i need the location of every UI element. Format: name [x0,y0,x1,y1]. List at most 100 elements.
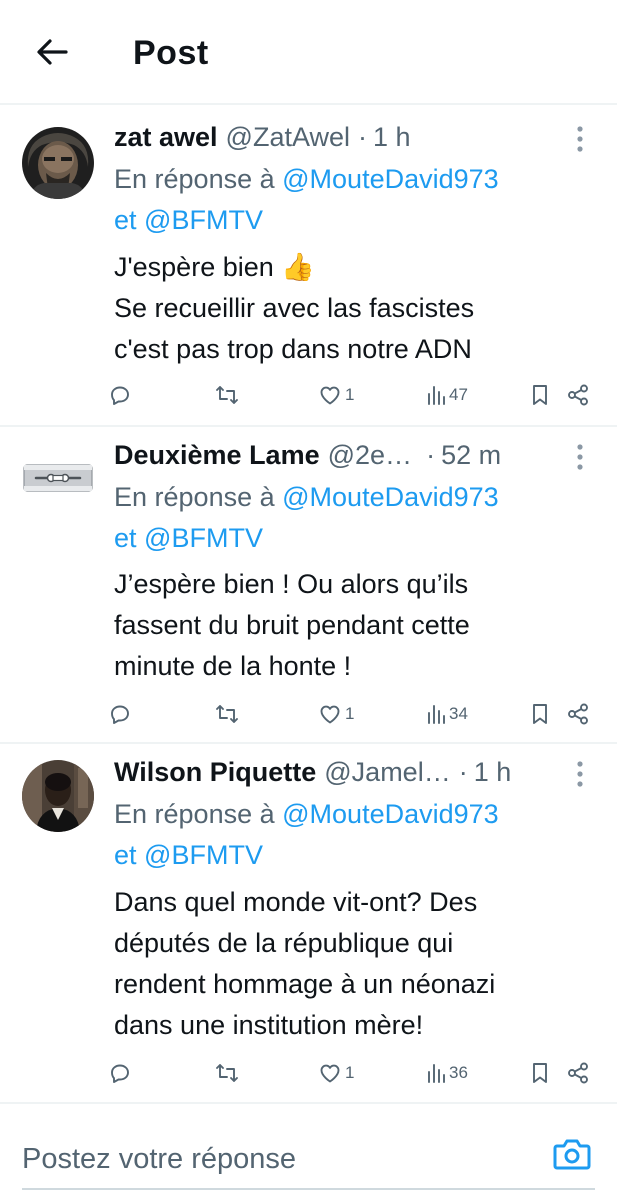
like-icon [320,386,340,405]
timestamp[interactable]: 1 h [373,117,411,157]
reply-icon [111,705,129,724]
text-line: minute de la honte ! [114,651,352,681]
reply-icon [111,386,129,405]
bookmark-button[interactable] [530,699,550,729]
reply-tweet[interactable]: Deuxième Lame @2e… · 52 m En réponse à @… [0,427,617,742]
tweet-text: J'espère bien 👍 Se recueillir avec las f… [114,247,594,370]
reply-prefix: En réponse à [114,482,275,512]
reply-button[interactable] [108,380,132,410]
repost-icon [216,1064,238,1082]
camera-button[interactable] [552,1136,592,1177]
separator-dot: · [358,122,367,152]
timestamp[interactable]: 1 h [474,752,512,792]
repost-icon [216,705,238,723]
bookmark-button[interactable] [530,1058,550,1088]
input-underline [22,1188,595,1190]
reply-button[interactable] [108,1058,132,1088]
like-icon [320,1064,340,1083]
author-name[interactable]: Deuxième Lame [114,435,320,475]
avatar[interactable] [22,441,94,513]
text-line: Dans quel monde vit-ont? Des [114,887,478,917]
avatar[interactable] [22,760,94,832]
share-button[interactable] [566,380,590,410]
reply-input[interactable] [22,1134,522,1184]
bookmark-button[interactable] [530,380,550,410]
reply-tweet[interactable]: zat awel @ZatAwel · 1 h En réponse à @Mo… [0,105,617,425]
author-handle[interactable]: @Jamel… [324,752,450,792]
views-icon [428,1064,445,1083]
share-icon [568,384,588,406]
bookmark-icon [533,1063,547,1083]
camera-icon [553,1139,591,1170]
tweet-header: Deuxième Lame @2e… · 52 m [114,435,567,475]
repost-icon [216,386,238,404]
mention-link[interactable]: @MouteDavid973 [282,482,499,512]
action-bar: 1 34 [108,699,598,729]
views-button[interactable]: 36 [426,1058,468,1088]
share-icon [568,703,588,725]
back-button[interactable] [30,30,74,74]
like-button[interactable]: 1 [318,380,354,410]
views-button[interactable]: 34 [426,699,468,729]
views-icon [428,386,445,405]
bookmark-icon [533,704,547,724]
text-line: députés de la république qui [114,928,454,958]
like-count: 1 [345,1063,355,1082]
text-line: c'est pas trop dans notre ADN [114,334,472,364]
page-title: Post [133,34,209,72]
reply-prefix: En réponse à [114,164,275,194]
more-options-button[interactable] [565,756,595,792]
like-button[interactable]: 1 [318,699,354,729]
separator-dot: · [426,440,436,470]
action-bar: 1 47 [108,380,598,410]
reply-button[interactable] [108,699,132,729]
separator-dot: · [458,757,468,787]
reply-context: En réponse à @MouteDavid973 et @BFMTV [114,794,584,876]
mention-link[interactable]: @BFMTV [144,840,263,870]
repost-button[interactable] [214,1058,240,1088]
more-options-button[interactable] [565,121,595,157]
share-button[interactable] [566,699,590,729]
timestamp[interactable]: 52 m [441,435,501,475]
share-button[interactable] [566,1058,590,1088]
views-count: 47 [449,385,468,404]
reply-icon [111,1064,129,1083]
author-handle[interactable]: @2e… [328,435,412,475]
share-icon [568,1062,588,1084]
reply-composer [0,1104,617,1200]
views-count: 36 [449,1063,468,1082]
reply-joiner: et [114,205,137,235]
views-icon [428,705,445,724]
mention-link[interactable]: @BFMTV [144,205,263,235]
tweet-text: J’espère bien ! Ou alors qu’ils fassent … [114,564,594,687]
more-options-button[interactable] [565,439,595,475]
mention-link[interactable]: @BFMTV [144,523,263,553]
text-line: rendent hommage à un néonazi [114,969,496,999]
repost-button[interactable] [214,380,240,410]
text-line: J'espère bien 👍 [114,252,315,282]
reply-joiner: et [114,523,137,553]
text-line: dans une institution mère! [114,1010,424,1040]
reply-tweet[interactable]: Wilson Piquette @Jamel… · 1 h En réponse… [0,744,617,1102]
reply-joiner: et [114,840,137,870]
tweet-header: Wilson Piquette @Jamel… · 1 h [114,752,567,792]
like-button[interactable]: 1 [318,1058,354,1088]
author-name[interactable]: Wilson Piquette [114,752,316,792]
text-line: Se recueillir avec las fascistes [114,293,475,323]
avatar[interactable] [22,127,94,199]
like-count: 1 [345,385,355,404]
action-bar: 1 36 [108,1058,598,1088]
like-icon [320,705,340,724]
back-arrow-icon [37,39,68,65]
tweet-header: zat awel @ZatAwel · 1 h [114,117,567,157]
views-button[interactable]: 47 [426,380,468,410]
repost-button[interactable] [214,699,240,729]
top-bar: Post [0,0,617,105]
author-name[interactable]: zat awel [114,117,218,157]
tweet-text: Dans quel monde vit-ont? Des députés de … [114,882,594,1046]
bookmark-icon [533,385,547,405]
author-handle[interactable]: @ZatAwel [226,117,350,157]
mention-link[interactable]: @MouteDavid973 [282,799,499,829]
more-vertical-icon [577,761,583,787]
mention-link[interactable]: @MouteDavid973 [282,164,499,194]
